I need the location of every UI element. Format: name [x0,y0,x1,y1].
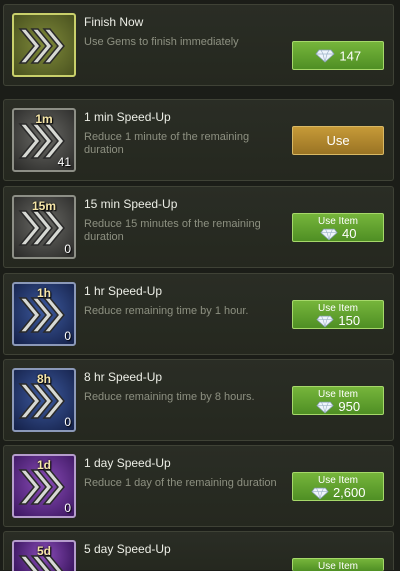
use-item-button[interactable]: Use Item 150 [292,300,384,329]
speedup-icon: 15m 0 [12,195,76,259]
finish-now-icon [12,13,76,77]
item-title: 1 hr Speed-Up [84,284,163,298]
item-title: 15 min Speed-Up [84,197,178,211]
duration-tag: 1d [36,458,52,472]
speedup-icon: 1m 41 [12,108,76,172]
duration-tag: 5d [36,544,52,558]
list-item-15min: 15m 0 15 min Speed-Up Reduce 15 minutes … [3,186,394,268]
duration-tag: 1h [36,286,52,300]
item-description: Reduce 15 minutes of the remaining durat… [84,218,261,243]
item-count: 0 [64,501,71,515]
list-item-finish-now: Finish Now Use Gems to finish immediatel… [3,4,394,86]
use-item-button[interactable]: Use Item 40 [292,213,384,242]
item-count: 0 [64,242,71,256]
list-item-1min: 1m 41 1 min Speed-Up Reduce 1 minute of … [3,99,394,181]
duration-tag: 1m [35,112,53,126]
gem-cost: 147 [339,48,362,64]
item-title: Finish Now [84,15,144,29]
use-item-button[interactable]: Use Item 950 [292,386,384,415]
item-description: Reduce 1 day of the remaining duration [84,477,277,489]
use-item-button[interactable]: Use Item [292,558,384,571]
use-button[interactable]: Use [292,126,384,155]
item-description: Use Gems to finish immediately [84,36,239,48]
gem-icon [316,315,334,327]
gem-icon [319,228,338,240]
finish-now-gems-button[interactable]: 147 [292,41,384,70]
gem-icon [315,49,335,63]
speedup-list: Finish Now Use Gems to finish immediatel… [0,0,400,571]
item-title: 8 hr Speed-Up [84,370,163,384]
gem-cost: 40 [341,226,357,241]
item-description: Reduce remaining time by 8 hours. [84,391,255,403]
list-item-8hr: 8h 0 8 hr Speed-Up Reduce remaining time… [3,359,394,441]
item-title: 1 min Speed-Up [84,110,171,124]
item-count: 0 [64,329,71,343]
gem-cost: 2,600 [332,485,366,500]
item-count: 41 [57,155,71,169]
item-description: Reduce 1 minute of the remaining duratio… [84,131,250,156]
item-title: 1 day Speed-Up [84,456,171,470]
gem-cost: 950 [338,399,361,414]
speedup-icon: 8h 0 [12,368,76,432]
use-item-button[interactable]: Use Item 2,600 [292,472,384,501]
item-description: Reduce remaining time by 1 hour. [84,305,249,317]
item-title: 5 day Speed-Up [84,542,171,556]
speedup-icon: 1d 0 [12,454,76,518]
speedup-icon: 1h 0 [12,282,76,346]
duration-tag: 15m [31,199,57,213]
list-item-1hr: 1h 0 1 hr Speed-Up Reduce remaining time… [3,273,394,355]
item-count: 0 [64,415,71,429]
gem-cost: 150 [338,313,361,328]
gem-icon [316,401,334,413]
list-item-5day: 5d 5 day Speed-Up Use Item [3,531,394,571]
duration-tag: 8h [36,372,52,386]
gem-icon [310,487,329,499]
use-item-label: Use Item [317,561,358,571]
speedup-icon: 5d [12,540,76,571]
list-item-1day: 1d 0 1 day Speed-Up Reduce 1 day of the … [3,445,394,527]
